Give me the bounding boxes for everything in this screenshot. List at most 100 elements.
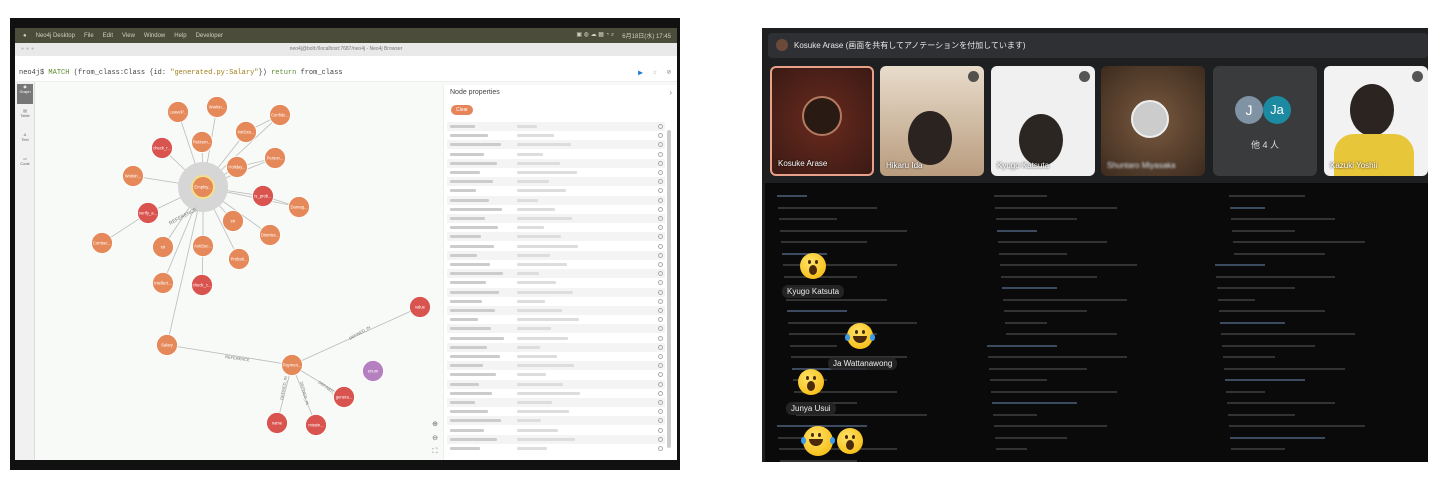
menu-help[interactable]: Help <box>174 33 186 39</box>
copy-icon[interactable] <box>658 381 663 387</box>
participant-tile[interactable]: Hikaru Ida <box>880 66 984 176</box>
copy-icon[interactable] <box>658 372 663 378</box>
participant-tile[interactable]: Kazuki Yoshii <box>1324 66 1428 176</box>
copy-icon[interactable] <box>658 427 663 433</box>
zoom-out-icon[interactable]: ⊖ <box>430 434 440 444</box>
copy-icon[interactable] <box>658 142 663 148</box>
code-line <box>780 459 857 462</box>
copy-icon[interactable] <box>658 133 663 139</box>
graph-node[interactable]: Confide... <box>269 104 291 126</box>
menu-file[interactable]: File <box>84 33 94 39</box>
table-view-button[interactable]: ▤ Table <box>17 108 33 128</box>
graph-node[interactable]: Holiday... <box>226 156 248 178</box>
participant-tile[interactable]: Kyugo Katsuta <box>991 66 1095 176</box>
menu-app[interactable]: Neo4j Desktop <box>36 33 75 39</box>
copy-icon[interactable] <box>658 390 663 396</box>
menu-view[interactable]: View <box>122 33 135 39</box>
scrollbar[interactable] <box>667 130 671 448</box>
code-view-button[interactable]: ▭ Code <box>17 156 33 176</box>
view-sidebar: ◉ Graph ▤ Table A Text ▭ Code <box>15 82 35 460</box>
copy-icon[interactable] <box>658 280 663 286</box>
graph-node[interactable]: check_c... <box>191 274 213 296</box>
copy-icon[interactable] <box>658 409 663 415</box>
others-tile[interactable]: J Ja 他 4 人 <box>1213 66 1317 176</box>
code-line <box>998 241 1107 243</box>
status-icons[interactable]: ▣ ◍ ☁ ▦ ◔ ⌕ <box>576 31 614 40</box>
clear-button[interactable]: Clear <box>451 105 473 115</box>
copy-icon[interactable] <box>658 317 663 323</box>
zoom-in-icon[interactable]: ⊕ <box>430 420 440 430</box>
graph-node[interactable]: Workin... <box>206 96 228 118</box>
collapse-chevron-icon[interactable]: › <box>669 88 672 97</box>
text-view-button[interactable]: A Text <box>17 132 33 152</box>
copy-icon[interactable] <box>658 243 663 249</box>
graph-node[interactable]: Probati... <box>228 248 250 270</box>
participant-tile[interactable]: Shuntaro Miyasaka <box>1101 66 1205 176</box>
graph-node[interactable]: enum <box>362 360 384 382</box>
copy-icon[interactable] <box>658 298 663 304</box>
copy-icon[interactable] <box>658 262 663 267</box>
copy-icon[interactable] <box>658 170 663 175</box>
copy-icon[interactable] <box>658 326 663 332</box>
graph-node[interactable]: IntrDes... <box>235 121 257 143</box>
graph-node[interactable]: genera... <box>333 386 355 408</box>
copy-icon[interactable] <box>658 188 663 194</box>
query-editor[interactable]: neo4j$ MATCH (from_class:Class {id: "gen… <box>15 56 677 82</box>
graph-view-button[interactable]: ◉ Graph <box>17 84 33 104</box>
graph-node[interactable]: value <box>409 296 431 318</box>
favorite-icon[interactable]: ☆ <box>653 68 657 77</box>
graph-node[interactable]: Paymen... <box>281 354 303 376</box>
graph-node[interactable]: AntiSoc... <box>192 235 214 257</box>
copy-icon[interactable] <box>658 400 663 405</box>
graph-node[interactable]: Damag... <box>288 196 310 218</box>
graph-node[interactable]: Workin... <box>122 165 144 187</box>
graph-node[interactable]: is_prob... <box>252 185 274 207</box>
graph-node[interactable]: Salary <box>156 334 178 356</box>
copy-icon[interactable] <box>658 252 663 258</box>
copy-icon[interactable] <box>658 160 663 166</box>
graph-node[interactable]: Dismiss... <box>259 224 281 246</box>
apple-icon[interactable]: ● <box>23 33 27 39</box>
fit-icon[interactable]: ⛶ <box>430 448 440 458</box>
mic-off-icon <box>1079 71 1090 82</box>
clear-icon[interactable]: ⊘ <box>667 68 671 77</box>
copy-icon[interactable] <box>658 216 663 221</box>
copy-icon[interactable] <box>658 271 663 277</box>
menu-window[interactable]: Window <box>144 33 165 39</box>
copy-icon[interactable] <box>658 197 663 203</box>
graph-node[interactable]: missin... <box>305 414 327 436</box>
graph-node[interactable]: Contrac... <box>91 232 113 254</box>
copy-icon[interactable] <box>658 124 663 129</box>
copy-icon[interactable] <box>658 206 663 212</box>
graph-node[interactable]: LeaveP... <box>167 101 189 123</box>
graph-node[interactable]: check_r... <box>151 137 173 159</box>
graph-node[interactable]: Person... <box>264 147 286 169</box>
graph-node[interactable]: str <box>152 236 174 258</box>
copy-icon[interactable] <box>658 344 663 350</box>
copy-icon[interactable] <box>658 363 663 369</box>
edge-label: DEFINED_IN <box>279 376 288 400</box>
copy-icon[interactable] <box>658 179 663 185</box>
copy-icon[interactable] <box>658 234 663 240</box>
run-icon[interactable]: ▶ <box>638 68 643 78</box>
copy-icon[interactable] <box>658 418 663 424</box>
graph-canvas[interactable]: REFERENCE REFERENCE DEFINED_IN DEFINED_I… <box>35 82 443 460</box>
copy-icon[interactable] <box>658 436 663 442</box>
copy-icon[interactable] <box>658 308 663 313</box>
graph-node[interactable]: Retirem... <box>191 131 213 153</box>
copy-icon[interactable] <box>658 151 663 157</box>
copy-icon[interactable] <box>658 225 663 231</box>
menu-developer[interactable]: Developer <box>196 33 223 39</box>
graph-node[interactable]: Employ... <box>191 175 215 199</box>
copy-icon[interactable] <box>658 289 663 295</box>
copy-icon[interactable] <box>658 446 663 451</box>
menu-edit[interactable]: Edit <box>103 33 113 39</box>
copy-icon[interactable] <box>658 335 663 341</box>
graph-node[interactable]: verify_a... <box>137 202 159 224</box>
copy-icon[interactable] <box>658 354 663 359</box>
participant-tile[interactable]: Kosuke Arase <box>770 66 874 176</box>
graph-node[interactable]: Intellect... <box>152 272 174 294</box>
graph-node[interactable]: str <box>222 210 244 232</box>
window-controls[interactable]: ●●● <box>21 43 36 56</box>
graph-node[interactable]: name <box>266 412 288 434</box>
